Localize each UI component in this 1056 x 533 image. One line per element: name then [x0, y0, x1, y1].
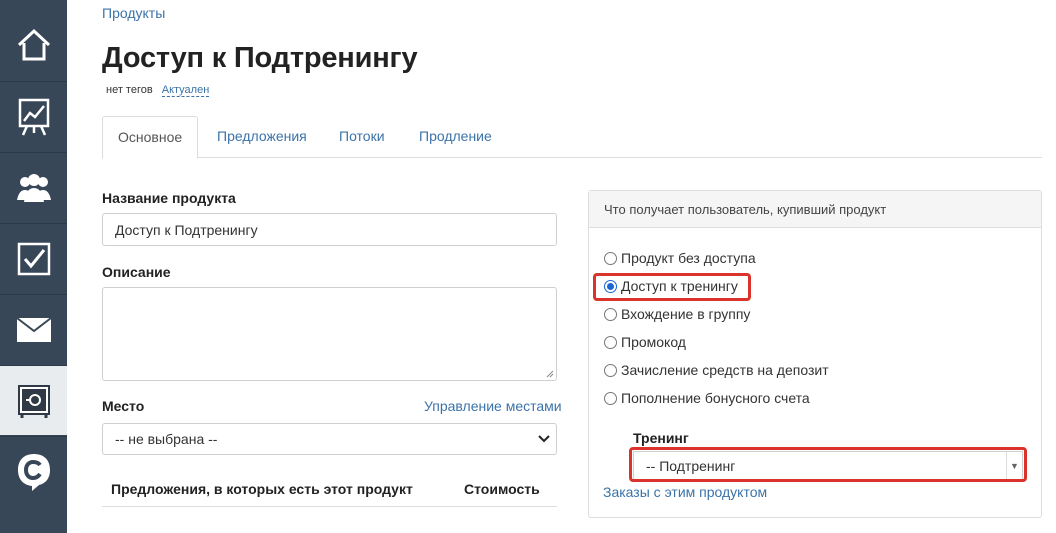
sidebar-item-users[interactable]: [0, 152, 67, 222]
price-column-header: Стоимость: [464, 481, 540, 497]
sidebar-item-tasks[interactable]: [0, 223, 67, 293]
highlight-frame: [629, 447, 1027, 482]
radio-button[interactable]: [604, 335, 617, 349]
safe-icon: [17, 384, 50, 418]
radio-label: Зачисление средств на депозит: [621, 362, 829, 378]
place-select-value: -- не выбрана --: [115, 431, 218, 447]
orders-link[interactable]: Заказы с этим продуктом: [603, 484, 767, 500]
manage-places-link[interactable]: Управление местами: [424, 398, 562, 414]
radio-option-promocode[interactable]: Промокод: [604, 333, 686, 351]
product-name-value: Доступ к Подтренингу: [115, 221, 258, 238]
product-name-label: Название продукта: [102, 190, 236, 206]
sidebar-item-products[interactable]: [0, 365, 67, 435]
sidebar-item-reports[interactable]: [0, 81, 67, 151]
radio-button[interactable]: [604, 391, 617, 405]
tags-label: нет тегов: [106, 84, 153, 96]
tab-offers[interactable]: Предложения: [202, 116, 322, 158]
radio-label: Пополнение бонусного счета: [621, 390, 810, 406]
training-label: Тренинг: [633, 430, 689, 446]
sidebar: [0, 0, 67, 533]
envelope-icon: [15, 316, 52, 342]
panel-title: Что получает пользователь, купивший прод…: [589, 191, 1041, 228]
chat-logo-icon: [17, 453, 50, 491]
place-select[interactable]: -- не выбрана --: [102, 423, 557, 455]
home-icon: [17, 28, 50, 61]
tabs: Основное Предложения Потоки Продление: [102, 116, 1042, 159]
sidebar-item-home[interactable]: [0, 10, 67, 80]
chart-board-icon: [18, 98, 49, 136]
radio-option-deposit[interactable]: Зачисление средств на депозит: [604, 361, 829, 379]
chevron-down-icon: [538, 435, 550, 443]
access-type-panel: Что получает пользователь, купивший прод…: [588, 190, 1042, 518]
radio-label: Продукт без доступа: [621, 250, 756, 266]
checkbox-icon: [17, 242, 50, 275]
tab-main[interactable]: Основное: [102, 116, 199, 159]
offers-column-header: Предложения, в которых есть этот продукт: [111, 481, 413, 497]
sidebar-item-chat[interactable]: [0, 436, 67, 506]
resize-handle-icon[interactable]: [546, 370, 554, 378]
place-label: Место: [102, 398, 145, 414]
users-icon: [16, 173, 51, 202]
radio-label: Вхождение в группу: [621, 306, 751, 322]
radio-option-group[interactable]: Вхождение в группу: [604, 305, 750, 323]
radio-button[interactable]: [604, 363, 617, 377]
status-link[interactable]: Актуален: [161, 84, 210, 97]
radio-button[interactable]: [604, 307, 617, 321]
tab-renewal[interactable]: Продление: [404, 116, 507, 158]
radio-label: Промокод: [621, 334, 686, 350]
radio-button[interactable]: [604, 251, 617, 265]
breadcrumb-products[interactable]: Продукты: [102, 5, 165, 21]
radio-option-no-access[interactable]: Продукт без доступа: [604, 249, 756, 267]
radio-option-bonus[interactable]: Пополнение бонусного счета: [604, 389, 810, 407]
product-meta: нет тегов Актуален: [106, 84, 210, 97]
main-content: Продукты Доступ к Подтренингу нет тегов …: [67, 0, 1056, 533]
description-textarea[interactable]: [102, 287, 557, 381]
page-title: Доступ к Подтренингу: [102, 42, 418, 74]
highlight-frame: [593, 273, 751, 301]
description-label: Описание: [102, 264, 171, 280]
tab-streams[interactable]: Потоки: [324, 116, 400, 158]
product-name-input[interactable]: Доступ к Подтренингу: [102, 213, 557, 246]
table-divider: [102, 506, 557, 507]
sidebar-item-messages[interactable]: [0, 294, 67, 364]
